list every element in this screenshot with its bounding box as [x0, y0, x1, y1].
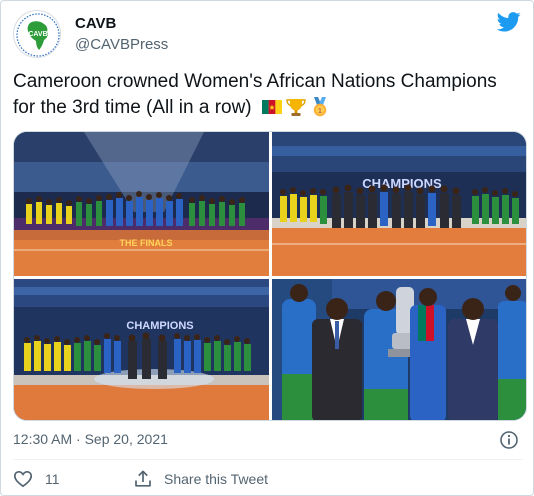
tweet-card: CAVB CAVB @CAVBPress Cameroon crowned Wo… [0, 0, 534, 496]
share-icon [135, 470, 151, 487]
photo4-image [272, 279, 526, 420]
svg-text:THE FINALS: THE FINALS [120, 238, 173, 248]
svg-text:1: 1 [318, 108, 322, 115]
tweet-actions: 11 Share this Tweet [13, 467, 523, 491]
like-button[interactable]: 11 [13, 469, 60, 489]
twitter-bird-icon[interactable] [497, 12, 521, 32]
first-place-medal-icon: 1 [313, 97, 327, 117]
timestamp[interactable]: 12:30 AM · Sep 20, 2021 [13, 431, 168, 447]
tweet-text-line1: Cameroon crowned Women's African Nations… [13, 71, 497, 92]
trophy-icon [286, 99, 306, 116]
divider [13, 459, 523, 460]
like-count: 11 [45, 471, 60, 487]
svg-text:CHAMPIONS: CHAMPIONS [126, 320, 193, 332]
photo-champions-wide[interactable]: CHAMPIONS [14, 279, 269, 420]
photo-team-celebration-finals[interactable]: THE FINALS [14, 132, 269, 276]
cameroon-flag-icon [261, 100, 282, 114]
author-name[interactable]: CAVB [75, 15, 116, 32]
photo1-image: THE FINALS [14, 132, 269, 276]
tweet-meta: 12:30 AM · Sep 20, 2021 [13, 430, 523, 450]
share-button[interactable]: Share this Tweet [133, 469, 268, 489]
tweet-header: CAVB CAVB @CAVBPress [13, 10, 523, 58]
emoji-row: 1 [261, 97, 331, 117]
tweet-text: Cameroon crowned Women's African Nations… [13, 69, 523, 121]
heart-icon [13, 470, 33, 488]
author-handle[interactable]: @CAVBPress [75, 36, 168, 53]
avatar[interactable]: CAVB [13, 10, 61, 58]
photo-champions-podium[interactable]: CHAMPIONS [272, 132, 526, 276]
info-icon[interactable] [499, 430, 519, 450]
photo-trophy-presentation[interactable] [272, 279, 526, 420]
share-label: Share this Tweet [164, 471, 269, 487]
svg-text:CAVB: CAVB [28, 31, 47, 38]
media-grid: THE FINALS CHAMPIONS CHAMPIONS [13, 131, 527, 421]
photo3-image: CHAMPIONS [14, 279, 269, 420]
photo2-image: CHAMPIONS [272, 132, 526, 276]
tweet-text-line2: for the 3rd time (All in a row) [13, 97, 252, 118]
cavb-logo-icon: CAVB [16, 13, 60, 57]
